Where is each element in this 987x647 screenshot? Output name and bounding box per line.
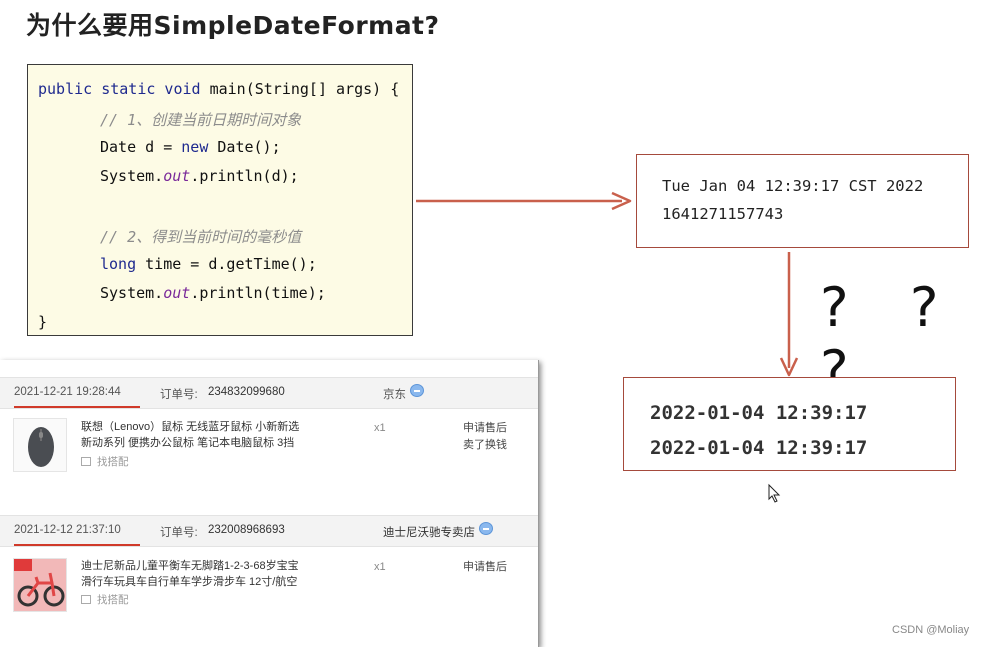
resell-link[interactable]: 卖了换钱 [463,437,507,454]
match-tag[interactable]: 找搭配 [81,454,129,469]
balance-bike-icon [14,559,65,607]
chat-icon[interactable] [410,384,424,397]
product-quantity: x1 [374,561,386,573]
tag-icon [81,595,91,604]
after-sale-link[interactable]: 申请售后 [463,420,507,437]
order-date-underline [14,406,140,408]
match-tag[interactable]: 找搭配 [81,592,129,607]
mouse-product-icon [28,427,54,467]
code-line-6: long time = d.getTime(); [100,255,317,273]
order-header: 2021-12-12 21:37:10 订单号: 232008968693 迪士… [0,515,538,547]
code-block: public static void main(String[] args) {… [27,64,413,336]
product-image-mouse[interactable] [13,418,67,472]
mouse-cursor-icon [768,483,781,503]
order-date-underline [14,544,140,546]
formatted-date-2: 2022-01-04 12:39:17 [650,437,868,459]
code-comment-1: // 1、创建当前日期时间对象 [100,111,302,129]
order-number-label: 订单号: [160,527,198,539]
output-millis: 1641271157743 [662,205,784,223]
chat-icon[interactable] [479,522,493,535]
shop-name[interactable]: 迪士尼沃驰专卖店 [383,524,475,540]
code-comment-2: // 2、得到当前时间的毫秒值 [100,228,302,246]
order-number: 234832099680 [208,386,285,398]
code-line-3: Date d = new Date(); [100,138,281,156]
code-line-4: System.out.println(d); [100,167,299,185]
watermark: CSDN @Moliay [892,624,970,636]
product-image-bike[interactable] [13,558,67,612]
order-datetime: 2021-12-21 19:28:44 [14,386,121,398]
order-actions: 申请售后 [463,559,507,576]
tag-icon [81,457,91,466]
product-quantity: x1 [374,422,386,434]
arrow-down-icon [779,252,799,377]
order-number: 232008968693 [208,524,285,536]
order-number-label: 订单号: [160,389,198,401]
after-sale-link[interactable]: 申请售后 [463,559,507,576]
code-line-1: public static void main(String[] args) { [38,80,400,98]
slide-title: 为什么要用SimpleDateFormat? [26,11,440,40]
order-datetime: 2021-12-12 21:37:10 [14,524,121,536]
console-output-box: Tue Jan 04 12:39:17 CST 2022 16412711577… [636,154,969,248]
order-list-panel: 2021-12-21 19:28:44 订单号: 234832099680 京东… [0,360,539,647]
product-title[interactable]: 联想（Lenovo）鼠标 无线蓝牙鼠标 小新新选 新动系列 便携办公鼠标 笔记本… [81,419,299,451]
order-actions: 申请售后 卖了换钱 [463,420,507,454]
output-date-string: Tue Jan 04 12:39:17 CST 2022 [662,177,924,195]
code-line-8: } [38,313,48,331]
formatted-output-box: 2022-01-04 12:39:17 2022-01-04 12:39:17 [623,377,956,471]
order-header: 2021-12-21 19:28:44 订单号: 234832099680 京东 [0,377,538,409]
code-line-7: System.out.println(time); [100,284,326,302]
shop-name[interactable]: 京东 [383,386,406,402]
formatted-date-1: 2022-01-04 12:39:17 [650,402,868,424]
arrow-right-icon [416,191,632,211]
product-title[interactable]: 迪士尼新品儿童平衡车无脚踏1-2-3-68岁宝宝 滑行车玩具车自行单车学步滑步车… [81,558,299,590]
